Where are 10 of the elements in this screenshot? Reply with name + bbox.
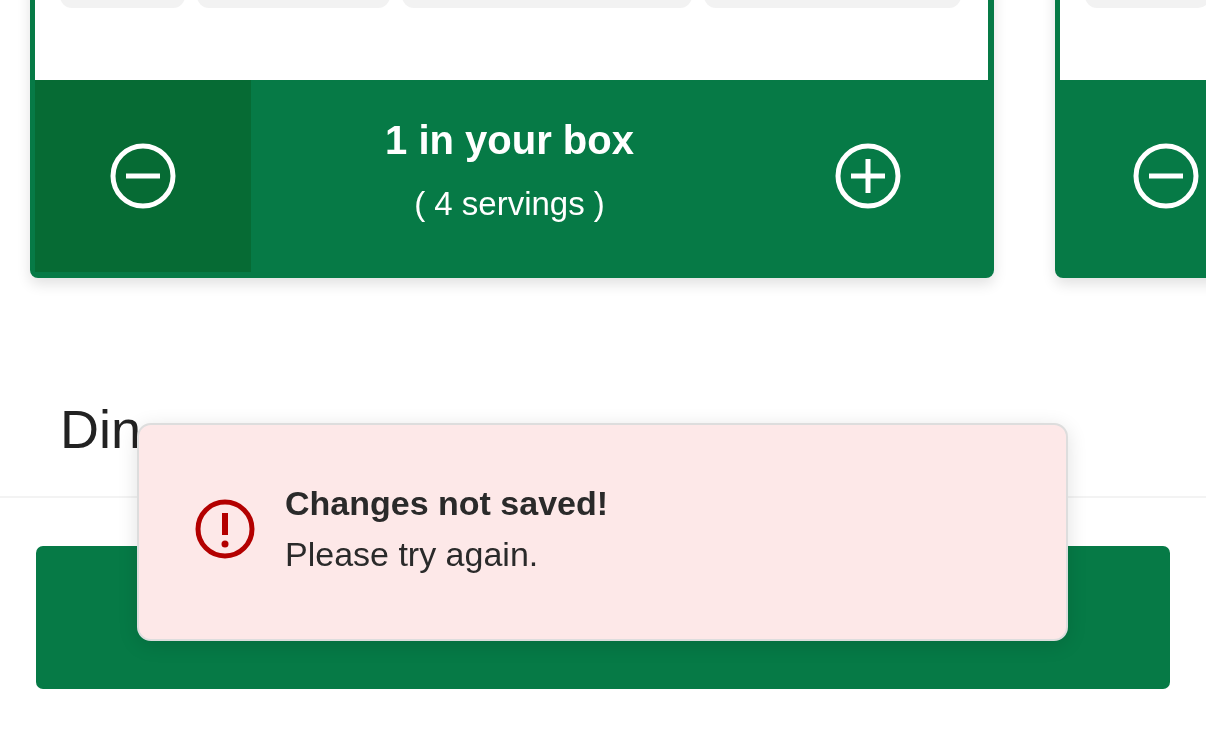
toast-title: Changes not saved! <box>285 484 609 523</box>
alert-icon <box>193 497 257 561</box>
plus-circle-icon <box>834 142 902 210</box>
minus-circle-icon <box>109 142 177 210</box>
quantity-label: 1 in your box <box>385 117 634 163</box>
decrease-button[interactable] <box>35 80 251 272</box>
servings-label: ( 4 servings ) <box>414 184 605 223</box>
minus-circle-icon <box>1132 142 1200 210</box>
toast-message: Please try again. <box>285 535 540 574</box>
section-heading: Din <box>60 399 142 459</box>
